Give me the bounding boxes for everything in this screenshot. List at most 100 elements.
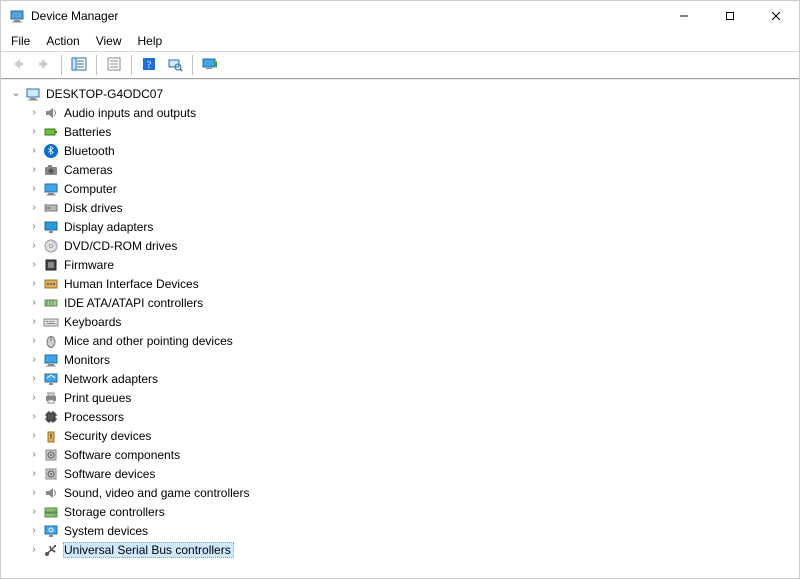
expand-icon[interactable]: › xyxy=(27,258,41,272)
network-icon xyxy=(43,371,59,387)
node-label: Audio inputs and outputs xyxy=(63,105,199,121)
menu-action[interactable]: Action xyxy=(38,32,87,50)
node-label: Monitors xyxy=(63,352,113,368)
node-label: Disk drives xyxy=(63,200,126,216)
window-title: Device Manager xyxy=(31,9,118,23)
node-label: DESKTOP-G4ODC07 xyxy=(45,86,166,102)
expand-icon[interactable]: › xyxy=(27,106,41,120)
tree-node[interactable]: › Firmware xyxy=(5,255,799,274)
node-label: Bluetooth xyxy=(63,143,118,159)
expand-icon[interactable]: › xyxy=(27,125,41,139)
disk-icon xyxy=(43,200,59,216)
expand-icon[interactable]: › xyxy=(27,448,41,462)
back-arrow-icon xyxy=(10,56,26,75)
add-legacy-hardware-button[interactable] xyxy=(198,53,222,77)
tree-node[interactable]: › Software devices xyxy=(5,464,799,483)
tree-node[interactable]: › IDE ATA/ATAPI controllers xyxy=(5,293,799,312)
expand-icon[interactable]: › xyxy=(27,543,41,557)
tree-node[interactable]: ›Universal Serial Bus controllers xyxy=(5,540,799,559)
node-label: IDE ATA/ATAPI controllers xyxy=(63,295,206,311)
expand-icon[interactable]: › xyxy=(27,220,41,234)
monitor-icon xyxy=(43,352,59,368)
tree-node[interactable]: › Cameras xyxy=(5,160,799,179)
expand-icon[interactable]: › xyxy=(27,505,41,519)
expand-icon[interactable]: › xyxy=(27,277,41,291)
tree-node[interactable]: › Disk drives xyxy=(5,198,799,217)
camera-icon xyxy=(43,162,59,178)
expand-icon[interactable]: › xyxy=(27,391,41,405)
tree-node[interactable]: › Bluetooth xyxy=(5,141,799,160)
expand-icon[interactable]: › xyxy=(27,144,41,158)
device-tree[interactable]: ⌄ DESKTOP-G4ODC07 › Audio inputs and outp… xyxy=(1,79,799,578)
expand-icon[interactable]: › xyxy=(27,334,41,348)
expand-icon[interactable]: › xyxy=(27,486,41,500)
node-label: Security devices xyxy=(63,428,154,444)
tree-node[interactable]: › Display adapters xyxy=(5,217,799,236)
monitor-icon xyxy=(43,181,59,197)
close-button[interactable] xyxy=(753,1,799,31)
expand-icon[interactable]: › xyxy=(27,182,41,196)
maximize-button[interactable] xyxy=(707,1,753,31)
tree-node[interactable]: ›Batteries xyxy=(5,122,799,141)
tree-node[interactable]: › Sound, video and game controllers xyxy=(5,483,799,502)
show-hide-console-button[interactable] xyxy=(67,53,91,77)
tree-node[interactable]: ›Keyboards xyxy=(5,312,799,331)
tree-node[interactable]: › Human Interface Devices xyxy=(5,274,799,293)
menu-file[interactable]: File xyxy=(3,32,38,50)
node-label: Display adapters xyxy=(63,219,156,235)
minimize-button[interactable] xyxy=(661,1,707,31)
expand-icon[interactable]: › xyxy=(27,429,41,443)
node-label: Software devices xyxy=(63,466,158,482)
back-button[interactable] xyxy=(6,53,30,77)
expand-icon[interactable]: › xyxy=(27,315,41,329)
component-icon xyxy=(43,447,59,463)
tree-node[interactable]: › Audio inputs and outputs xyxy=(5,103,799,122)
node-label: Cameras xyxy=(63,162,116,178)
security-icon xyxy=(43,428,59,444)
tree-node[interactable]: ›Storage controllers xyxy=(5,502,799,521)
node-label: Human Interface Devices xyxy=(63,276,202,292)
node-label: Computer xyxy=(63,181,120,197)
tree-root-node[interactable]: ⌄ DESKTOP-G4ODC07 xyxy=(5,84,799,103)
expand-icon[interactable]: › xyxy=(27,353,41,367)
component-icon xyxy=(43,466,59,482)
expand-icon[interactable]: › xyxy=(27,239,41,253)
node-label: Software components xyxy=(63,447,183,463)
expand-icon[interactable]: › xyxy=(27,372,41,386)
tree-node[interactable]: ›Print queues xyxy=(5,388,799,407)
tree-node[interactable]: › Computer xyxy=(5,179,799,198)
tree-node[interactable]: ›Mice and other pointing devices xyxy=(5,331,799,350)
node-label: Firmware xyxy=(63,257,117,273)
scan-hardware-button[interactable] xyxy=(163,53,187,77)
expand-icon[interactable]: › xyxy=(27,410,41,424)
tree-node[interactable]: › Monitors xyxy=(5,350,799,369)
tree-node[interactable]: ›Processors xyxy=(5,407,799,426)
expand-icon[interactable]: › xyxy=(27,163,41,177)
node-label: Sound, video and game controllers xyxy=(63,485,252,501)
toolbar-separator xyxy=(96,55,97,75)
toolbar-separator xyxy=(61,55,62,75)
expand-icon[interactable]: › xyxy=(27,524,41,538)
mouse-icon xyxy=(43,333,59,349)
forward-button[interactable] xyxy=(32,53,56,77)
tree-node[interactable]: ›Network adapters xyxy=(5,369,799,388)
tree-node[interactable]: ›System devices xyxy=(5,521,799,540)
menu-view[interactable]: View xyxy=(88,32,130,50)
title-bar: Device Manager xyxy=(1,1,799,31)
ide-icon xyxy=(43,295,59,311)
expand-icon[interactable]: › xyxy=(27,296,41,310)
properties-button[interactable] xyxy=(102,53,126,77)
node-label: DVD/CD-ROM drives xyxy=(63,238,180,254)
toolbar-separator xyxy=(192,55,193,75)
expand-icon[interactable]: › xyxy=(27,201,41,215)
menu-help[interactable]: Help xyxy=(130,32,171,50)
display-icon xyxy=(43,219,59,235)
usb-icon xyxy=(43,542,59,558)
tree-node[interactable]: › Security devices xyxy=(5,426,799,445)
expand-icon[interactable]: › xyxy=(27,467,41,481)
help-button[interactable]: ? xyxy=(137,53,161,77)
collapse-icon[interactable]: ⌄ xyxy=(9,87,23,101)
help-icon: ? xyxy=(141,56,157,75)
tree-node[interactable]: › DVD/CD-ROM drives xyxy=(5,236,799,255)
tree-node[interactable]: › Software components xyxy=(5,445,799,464)
